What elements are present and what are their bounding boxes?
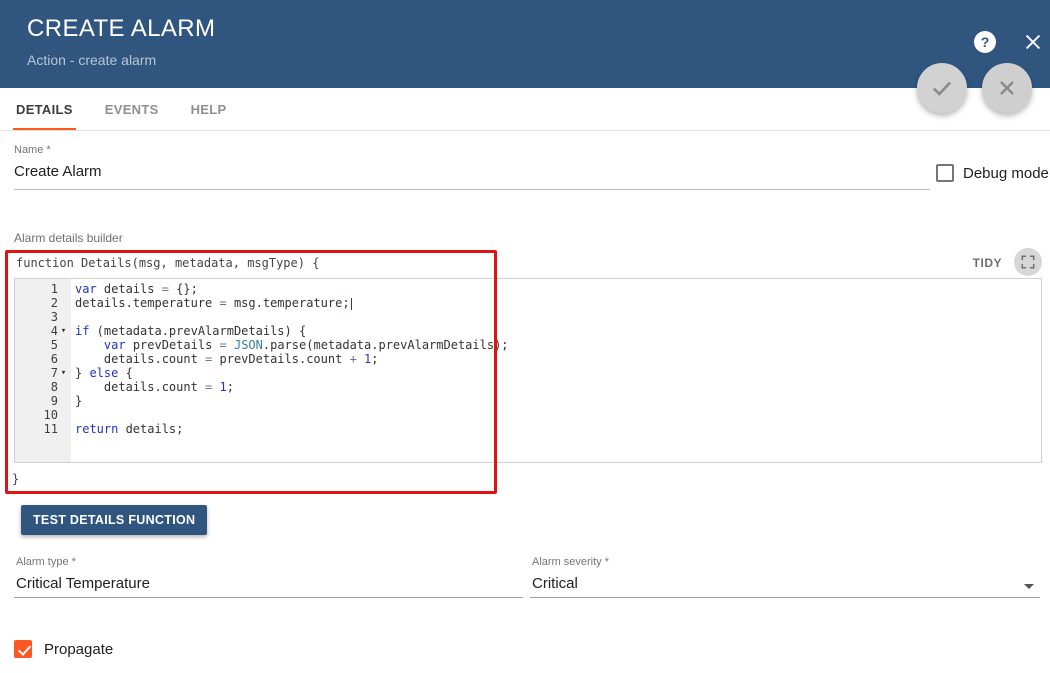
propagate-checkbox[interactable] [14, 640, 32, 658]
gutter-line: 4 ▾ [15, 324, 71, 338]
close-circle-icon [1000, 81, 1014, 95]
code-line: return details; [75, 422, 184, 436]
gutter-line: 3 [50, 310, 58, 324]
dialog-subtitle: Action - create alarm [27, 52, 157, 68]
function-signature: function Details(msg, metadata, msgType)… [16, 256, 320, 270]
confirm-button[interactable] [917, 63, 967, 113]
gutter-line: 2 [50, 296, 58, 310]
fullscreen-button[interactable] [1014, 248, 1042, 276]
code-editor[interactable]: 1 2 3 4 ▾ 5 6 7 ▾ 8 9 10 11 var details = {}; details… [14, 278, 1042, 463]
code-line: details.count = 1; [75, 380, 234, 394]
gutter-line: 10 [43, 408, 58, 422]
name-label: Name * [14, 144, 51, 156]
debug-mode-label: Debug mode [963, 164, 1049, 182]
debug-mode-checkbox[interactable] [936, 164, 954, 182]
alarm-type-input[interactable]: Critical Temperature [16, 575, 523, 592]
editor-gutter: 1 2 3 4 ▾ 5 6 7 ▾ 8 9 10 11 [15, 279, 71, 462]
gutter-line: 8 [50, 380, 58, 394]
tab-details[interactable]: DETAILS [0, 88, 89, 130]
alarm-severity-label: Alarm severity * [532, 556, 610, 568]
create-alarm-dialog: CREATE ALARM Action - create alarm ? DET… [0, 0, 1050, 673]
check-icon [932, 81, 952, 96]
tab-events[interactable]: EVENTS [89, 88, 175, 130]
gutter-line: 5 [50, 338, 58, 352]
code-line: var prevDetails = JSON.parse(metadata.pr… [103, 338, 509, 352]
alarm-severity-select[interactable]: Critical [532, 575, 1040, 592]
code-line: details.count = prevDetails.count + 1; [75, 352, 379, 366]
gutter-line: 11 [43, 422, 58, 436]
name-input[interactable]: Create Alarm [14, 163, 930, 180]
code-line: details.temperature = msg.temperature; [75, 296, 1041, 310]
name-field: Name * Create Alarm [14, 144, 930, 190]
expand-icon [1021, 255, 1035, 269]
gutter-line: 7 ▾ [15, 366, 71, 380]
help-icon[interactable]: ? [974, 31, 996, 53]
tab-bar: DETAILS EVENTS HELP [0, 88, 1050, 131]
alarm-severity-field: Alarm severity * Critical [530, 556, 1040, 598]
text-cursor [350, 297, 353, 310]
code-line: var details = {}; [75, 282, 198, 296]
fold-toggle-icon[interactable]: ▾ [58, 366, 69, 380]
gutter-line: 6 [50, 352, 58, 366]
alarm-type-label: Alarm type * [16, 556, 76, 568]
code-line: } [75, 394, 83, 408]
debug-mode-row: Debug mode [936, 164, 1049, 182]
editor-code[interactable]: var details = {}; details.temperature = m… [71, 279, 1041, 462]
dialog-title: CREATE ALARM [27, 15, 216, 42]
tab-help[interactable]: HELP [175, 88, 243, 130]
code-line: if (metadata.prevAlarmDetails) { [75, 324, 307, 338]
tidy-button[interactable]: TIDY [973, 256, 1002, 270]
gutter-line: 9 [50, 394, 58, 408]
close-icon[interactable] [1022, 31, 1044, 53]
alarm-type-field: Alarm type * Critical Temperature [14, 556, 523, 598]
cancel-button[interactable] [982, 63, 1032, 113]
propagate-label: Propagate [44, 640, 114, 658]
dropdown-arrow-icon[interactable] [1024, 584, 1034, 589]
gutter-line: 1 [50, 282, 58, 296]
fold-toggle-icon[interactable]: ▾ [58, 324, 69, 338]
code-line: } else { [75, 366, 133, 380]
function-closing-brace: } [12, 472, 20, 486]
alarm-details-builder-label: Alarm details builder [14, 231, 123, 245]
propagate-row: Propagate [14, 640, 113, 658]
dialog-header: CREATE ALARM Action - create alarm ? [0, 0, 1050, 88]
test-details-function-button[interactable]: TEST DETAILS FUNCTION [21, 505, 208, 535]
